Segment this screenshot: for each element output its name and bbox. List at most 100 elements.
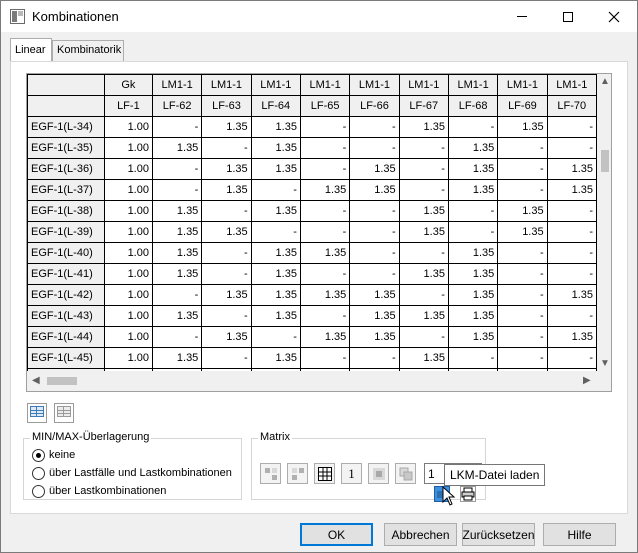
table-cell[interactable]: 1.35	[349, 326, 400, 348]
table-cell[interactable]: 1.35	[151, 221, 203, 243]
radio-none[interactable]	[32, 448, 45, 462]
tab-linear[interactable]: Linear	[10, 38, 52, 61]
table-cell[interactable]: -	[151, 179, 203, 201]
table-cell[interactable]: -	[250, 221, 301, 243]
table-cell[interactable]: -	[546, 242, 597, 264]
table-cell[interactable]: -	[151, 116, 203, 138]
table-cell[interactable]: 1.00	[103, 221, 153, 243]
table-cell[interactable]: -	[447, 116, 499, 138]
table-cell[interactable]: 1.35	[447, 158, 499, 180]
table-cell[interactable]: -	[151, 158, 203, 180]
table-cell[interactable]: 1.35	[349, 284, 400, 306]
horizontal-scrollbar[interactable]: ◀ ▶	[27, 371, 597, 391]
table-cell[interactable]: 1.00	[103, 347, 153, 369]
maximize-button[interactable]	[545, 1, 591, 32]
table-cell[interactable]: 1.35	[151, 305, 203, 327]
table-cell[interactable]: 1.35	[398, 116, 449, 138]
table-cell[interactable]: 1.35	[299, 179, 351, 201]
table-cell[interactable]: -	[546, 137, 597, 159]
table-cell[interactable]: 1.35	[299, 326, 351, 348]
table-cell[interactable]: -	[201, 347, 252, 369]
cancel-button[interactable]: Abbrechen	[384, 523, 457, 546]
table-cell[interactable]: -	[250, 179, 301, 201]
table-cell[interactable]: -	[497, 347, 548, 369]
table-cell[interactable]: -	[349, 221, 400, 243]
table-cell[interactable]: -	[497, 137, 548, 159]
table-cell[interactable]: 1.35	[398, 263, 449, 285]
table-cell[interactable]: 1.35	[151, 347, 203, 369]
table-cell[interactable]: -	[349, 263, 400, 285]
table-cell[interactable]: 1.35	[398, 221, 449, 243]
matrix-copy-button[interactable]	[395, 463, 416, 484]
table-cell[interactable]: -	[447, 347, 499, 369]
table-cell[interactable]: 1.35	[201, 179, 252, 201]
table-cell[interactable]: 1.35	[201, 284, 252, 306]
table-cell[interactable]: -	[497, 326, 548, 348]
matrix-antidiagonal-button[interactable]	[287, 463, 308, 484]
table-cell[interactable]: 1.35	[447, 326, 499, 348]
table-cell[interactable]: 1.00	[103, 284, 153, 306]
table-cell[interactable]: 1.35	[447, 137, 499, 159]
table-cell[interactable]: -	[299, 200, 351, 222]
table-cell[interactable]: 1.00	[103, 116, 153, 138]
table-cell[interactable]: 1.00	[103, 326, 153, 348]
table-cell[interactable]: 1.00	[103, 305, 153, 327]
table-cell[interactable]: -	[546, 221, 597, 243]
table-cell[interactable]: -	[447, 221, 499, 243]
delete-table-button[interactable]	[54, 403, 74, 423]
close-button[interactable]	[591, 1, 637, 32]
table-cell[interactable]: -	[447, 200, 499, 222]
scroll-right-icon[interactable]: ▶	[583, 376, 591, 386]
table-cell[interactable]: 1.35	[398, 200, 449, 222]
table-cell[interactable]: 1.35	[201, 116, 252, 138]
table-cell[interactable]: 1.35	[250, 305, 301, 327]
table-cell[interactable]: -	[299, 221, 351, 243]
scroll-down-icon[interactable]: ▼	[600, 359, 610, 369]
table-cell[interactable]: 1.35	[447, 179, 499, 201]
overlay-option-none[interactable]: keine	[32, 447, 75, 463]
matrix-one-button[interactable]: 1	[341, 463, 362, 484]
table-cell[interactable]: 1.35	[250, 116, 301, 138]
table-cell[interactable]: 1.35	[447, 305, 499, 327]
table-cell[interactable]: -	[201, 200, 252, 222]
help-button[interactable]: Hilfe	[543, 523, 616, 546]
table-cell[interactable]: 1.35	[151, 200, 203, 222]
table-cell[interactable]: -	[299, 263, 351, 285]
table-cell[interactable]: 1.00	[103, 263, 153, 285]
table-cell[interactable]: -	[151, 326, 203, 348]
new-table-button[interactable]	[27, 403, 47, 423]
table-cell[interactable]: -	[546, 305, 597, 327]
matrix-fill-button[interactable]	[368, 463, 389, 484]
vertical-scrollbar[interactable]: ▲ ▼	[597, 74, 611, 371]
table-cell[interactable]: -	[299, 116, 351, 138]
table-cell[interactable]: 1.35	[151, 242, 203, 264]
minimize-button[interactable]	[499, 1, 545, 32]
table-cell[interactable]: 1.35	[250, 158, 301, 180]
table-cell[interactable]: 1.35	[151, 137, 203, 159]
print-button[interactable]	[460, 486, 476, 502]
table-cell[interactable]: -	[497, 158, 548, 180]
table-cell[interactable]: -	[201, 242, 252, 264]
table-cell[interactable]: 1.35	[497, 116, 548, 138]
table-cell[interactable]: -	[546, 200, 597, 222]
table-cell[interactable]: -	[398, 179, 449, 201]
table-cell[interactable]: 1.35	[299, 284, 351, 306]
tab-kombinatorik[interactable]: Kombinatorik	[52, 40, 124, 61]
radio-combinations[interactable]	[32, 484, 45, 498]
table-cell[interactable]: -	[497, 284, 548, 306]
table-cell[interactable]: -	[497, 179, 548, 201]
table-cell[interactable]: 1.35	[250, 200, 301, 222]
table-cell[interactable]: 1.35	[250, 242, 301, 264]
table-cell[interactable]: 1.35	[349, 305, 400, 327]
table-cell[interactable]: 1.00	[103, 158, 153, 180]
table-cell[interactable]: -	[349, 200, 400, 222]
table-cell[interactable]: -	[349, 242, 400, 264]
table-cell[interactable]: -	[349, 347, 400, 369]
table-cell[interactable]: -	[299, 305, 351, 327]
table-cell[interactable]: 1.35	[546, 326, 597, 348]
table-cell[interactable]: 1.35	[250, 263, 301, 285]
table-cell[interactable]: -	[299, 158, 351, 180]
table-cell[interactable]: 1.35	[497, 221, 548, 243]
table-cell[interactable]: -	[398, 326, 449, 348]
matrix-diagonal-button[interactable]	[260, 463, 281, 484]
